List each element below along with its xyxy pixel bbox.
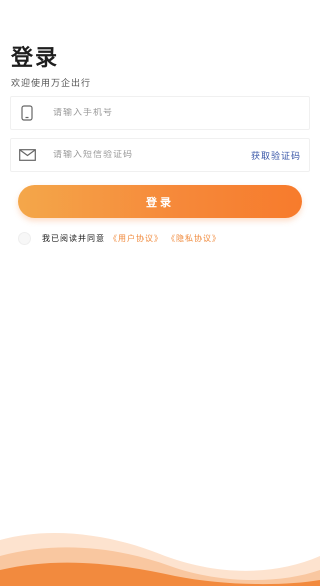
agreement-row: 我已阅读并同意 《用户协议》 《隐私协议》 [18,232,221,245]
code-field: 获取验证码 [10,138,310,172]
login-button[interactable]: 登录 [18,185,302,218]
user-agreement-link[interactable]: 《用户协议》 [109,233,163,244]
footer-wave-decoration [0,532,320,586]
get-code-button[interactable]: 获取验证码 [251,149,301,162]
phone-field [10,96,310,130]
phone-icon [11,105,43,121]
page-title: 登录 [11,46,60,71]
page-subtitle: 欢迎使用万企出行 [11,79,92,89]
mail-icon [11,149,43,161]
code-input[interactable] [53,150,251,160]
agreement-checkbox[interactable] [18,232,31,245]
phone-input[interactable] [53,108,309,118]
agreement-text: 我已阅读并同意 [42,234,105,243]
privacy-agreement-link[interactable]: 《隐私协议》 [167,233,221,244]
